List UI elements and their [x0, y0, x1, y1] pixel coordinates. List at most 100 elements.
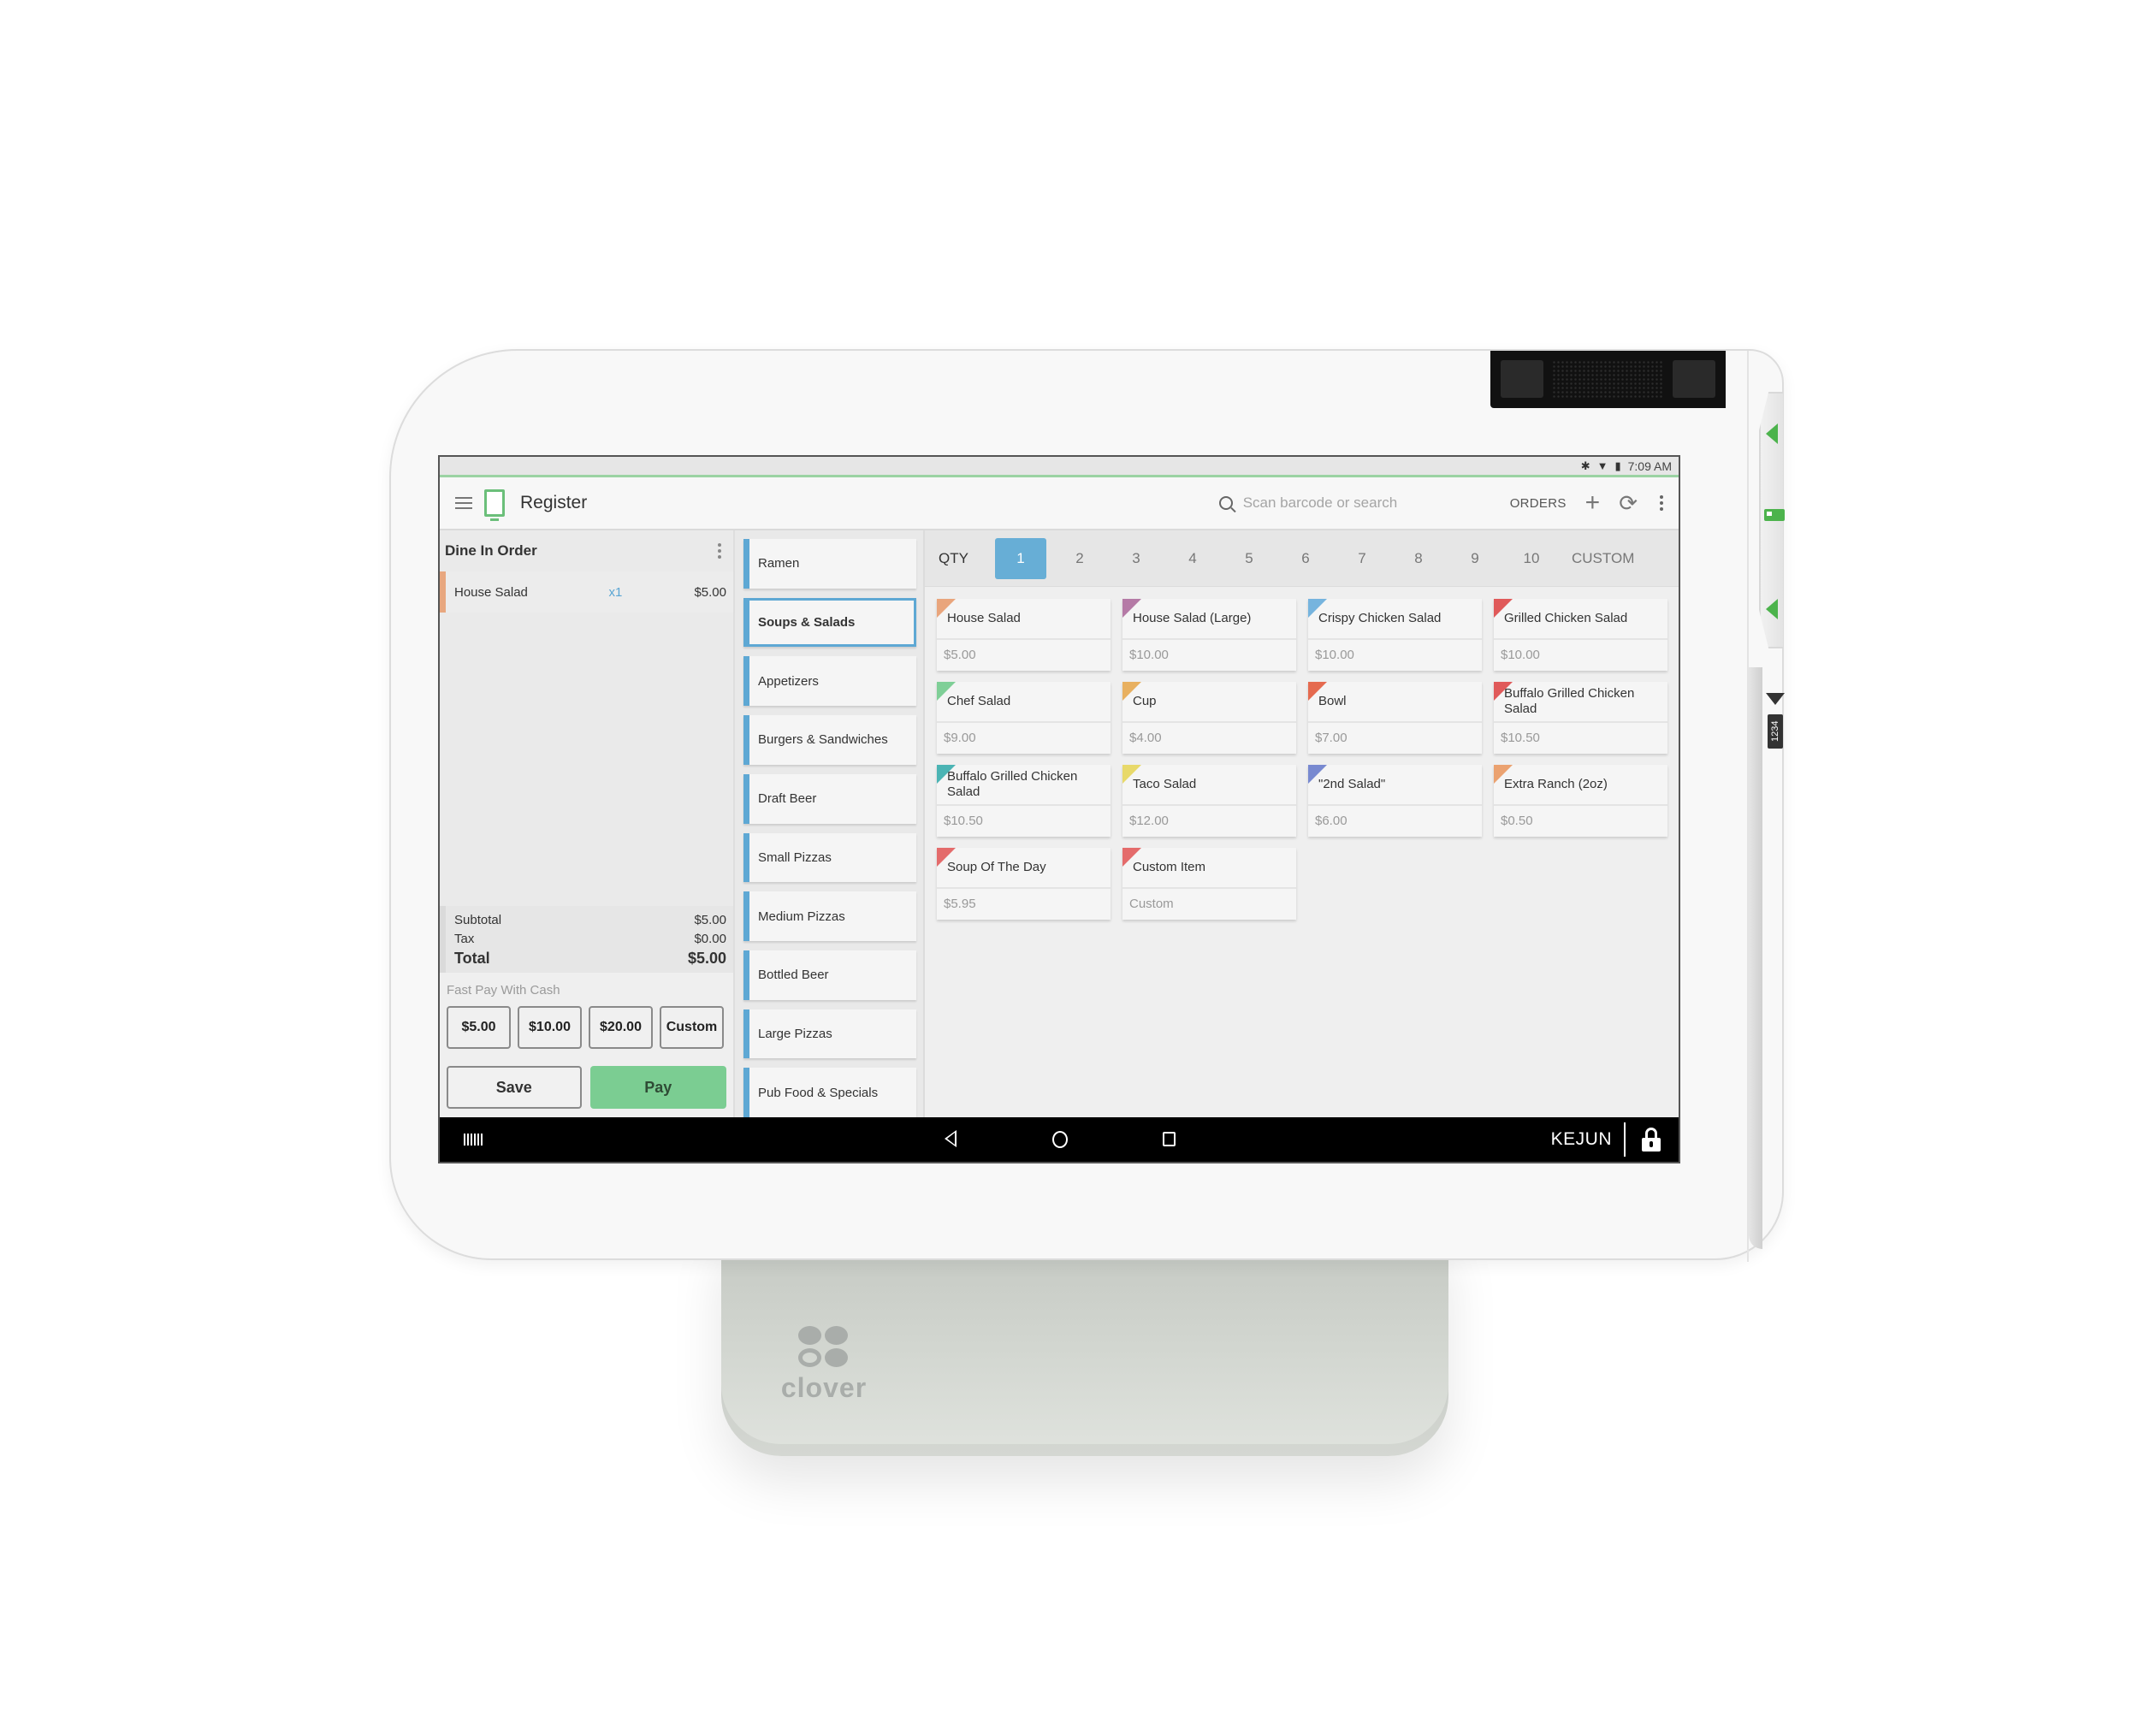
order-title: Dine In Order [445, 542, 537, 559]
recent-apps-icon[interactable] [1163, 1132, 1176, 1146]
menu-item-tile[interactable]: Extra Ranch (2oz) $0.50 [1494, 765, 1667, 837]
qty-option[interactable]: 2 [1051, 538, 1108, 579]
category-item[interactable]: Draft Beer [743, 773, 916, 824]
menu-item-price: $0.50 [1501, 813, 1533, 828]
item-color-flag [1308, 765, 1327, 784]
back-icon[interactable] [945, 1130, 957, 1147]
lock-icon[interactable] [1641, 1128, 1661, 1152]
menu-item-name: Chef Salad [937, 682, 1111, 723]
qty-option[interactable]: 3 [1108, 538, 1164, 579]
qty-option[interactable]: 5 [1221, 538, 1277, 579]
menu-item-tile[interactable]: Bowl $7.00 [1308, 682, 1482, 754]
order-line-item[interactable]: House Salad x1 $5.00 [440, 571, 733, 613]
bluetooth-icon: ✱ [1580, 459, 1590, 472]
menu-item-price: $4.00 [1129, 730, 1162, 745]
fast-pay-cash-button[interactable]: $5.00 [447, 1006, 511, 1049]
orders-button[interactable]: ORDERS [1510, 496, 1567, 511]
order-header: Dine In Order [440, 530, 733, 571]
menu-item-price: $10.50 [1501, 730, 1540, 745]
qty-option[interactable]: 7 [1334, 538, 1390, 579]
menu-item-tile[interactable]: "2nd Salad" $6.00 [1308, 765, 1482, 837]
item-color-flag [1122, 599, 1141, 618]
menu-item-tile[interactable]: House Salad (Large) $10.00 [1122, 599, 1296, 671]
qty-custom-button[interactable]: CUSTOM [1572, 550, 1634, 567]
status-time: 7:09 AM [1627, 459, 1672, 473]
system-nav-bar: KEJUN [440, 1117, 1679, 1162]
item-color-flag [1122, 765, 1141, 784]
menu-item-price: $10.50 [944, 813, 983, 828]
menu-item-name: Bowl [1308, 682, 1482, 723]
qty-option[interactable]: 4 [1164, 538, 1221, 579]
fast-pay-cash-button[interactable]: Custom [660, 1006, 724, 1049]
menu-item-price: $12.00 [1129, 813, 1169, 828]
category-item[interactable]: Burgers & Sandwiches [743, 715, 916, 765]
qty-option[interactable]: 9 [1447, 538, 1503, 579]
nav-divider [1624, 1122, 1626, 1157]
app-bar: Register ORDERS + ⟳ [440, 477, 1679, 530]
menu-item-tile[interactable]: Buffalo Grilled Chicken Salad $10.50 [937, 765, 1111, 837]
category-item[interactable]: Soups & Salads [743, 597, 916, 648]
brand-wordmark: clover [780, 1372, 868, 1403]
pay-button[interactable]: Pay [589, 1066, 726, 1109]
menu-item-tile[interactable]: Custom Item Custom [1122, 848, 1296, 920]
menu-item-name: Cup [1122, 682, 1296, 723]
add-icon[interactable]: + [1585, 490, 1601, 516]
screen: ✱ ▼ ▮ 7:09 AM Register ORDERS + ⟳ Dine I… [438, 455, 1680, 1163]
category-item[interactable]: Pub Food & Specials [743, 1068, 916, 1118]
item-color-flag [1122, 682, 1141, 701]
item-grid: House Salad $5.00 House Salad (Large) $10.0… [925, 587, 1679, 920]
category-item[interactable]: Small Pizzas [743, 832, 916, 883]
search-icon [1218, 496, 1233, 510]
menu-item-price: $10.00 [1129, 647, 1169, 662]
status-bar: ✱ ▼ ▮ 7:09 AM [440, 457, 1679, 477]
menu-item-name: Custom Item [1122, 848, 1296, 889]
order-panel: Dine In Order House Salad x1 $5.00 Subtota… [440, 530, 735, 1117]
menu-item-price: $7.00 [1315, 730, 1348, 745]
menu-item-name: Grilled Chicken Salad [1494, 599, 1667, 640]
item-color-flag [1494, 765, 1513, 784]
tax-value: $0.00 [694, 932, 726, 946]
chip-card-icon [1764, 509, 1785, 521]
category-item[interactable]: Medium Pizzas [743, 891, 916, 941]
subtotal-value: $5.00 [694, 913, 726, 927]
order-menu-icon[interactable] [711, 540, 728, 562]
qty-option[interactable]: 10 [1503, 538, 1560, 579]
category-item[interactable]: Appetizers [743, 656, 916, 707]
category-item[interactable]: Bottled Beer [743, 950, 916, 1000]
menu-item-tile[interactable]: Taco Salad $12.00 [1122, 765, 1296, 837]
fast-pay-cash-button[interactable]: $20.00 [589, 1006, 653, 1049]
search-input[interactable] [1242, 494, 1440, 512]
more-options-icon[interactable] [1660, 495, 1663, 511]
pin-pad-label: 1234 [1768, 714, 1783, 749]
employee-name[interactable]: KEJUN [1551, 1129, 1612, 1150]
app-title: Register [520, 493, 588, 512]
home-icon[interactable] [1052, 1131, 1068, 1148]
menu-item-tile[interactable]: Buffalo Grilled Chicken Salad $10.50 [1494, 682, 1667, 754]
search-bar[interactable] [1218, 494, 1476, 512]
menu-item-tile[interactable]: Chef Salad $9.00 [937, 682, 1111, 754]
qty-option[interactable]: 1 [995, 537, 1046, 579]
pin-arrow-icon [1766, 693, 1785, 705]
menu-item-tile[interactable]: Crispy Chicken Salad $10.00 [1308, 599, 1482, 671]
fast-pay-buttons: $5.00 $10.00 $20.00 Custom [440, 1003, 733, 1049]
item-color-flag [937, 848, 956, 867]
battery-icon: ▮ [1614, 459, 1621, 472]
swipe-arrow-icon [1766, 599, 1778, 619]
menu-item-tile[interactable]: Cup $4.00 [1122, 682, 1296, 754]
category-item[interactable]: Ramen [743, 539, 916, 589]
menu-item-name: Soup Of The Day [937, 848, 1111, 889]
save-button[interactable]: Save [447, 1066, 582, 1109]
hamburger-menu-icon[interactable] [455, 497, 472, 509]
refresh-icon[interactable]: ⟳ [1619, 492, 1638, 514]
category-item[interactable]: Large Pizzas [743, 1009, 916, 1059]
fast-pay-cash-button[interactable]: $10.00 [518, 1006, 582, 1049]
barcode-icon[interactable] [464, 1134, 483, 1146]
fast-pay-label: Fast Pay With Cash [440, 973, 733, 1003]
qty-option[interactable]: 6 [1277, 538, 1334, 579]
menu-item-tile[interactable]: House Salad $5.00 [937, 599, 1111, 671]
register-app-icon [484, 489, 505, 521]
swipe-arrow-icon [1766, 423, 1778, 444]
qty-option[interactable]: 8 [1390, 538, 1447, 579]
menu-item-tile[interactable]: Soup Of The Day $5.95 [937, 848, 1111, 920]
menu-item-tile[interactable]: Grilled Chicken Salad $10.00 [1494, 599, 1667, 671]
